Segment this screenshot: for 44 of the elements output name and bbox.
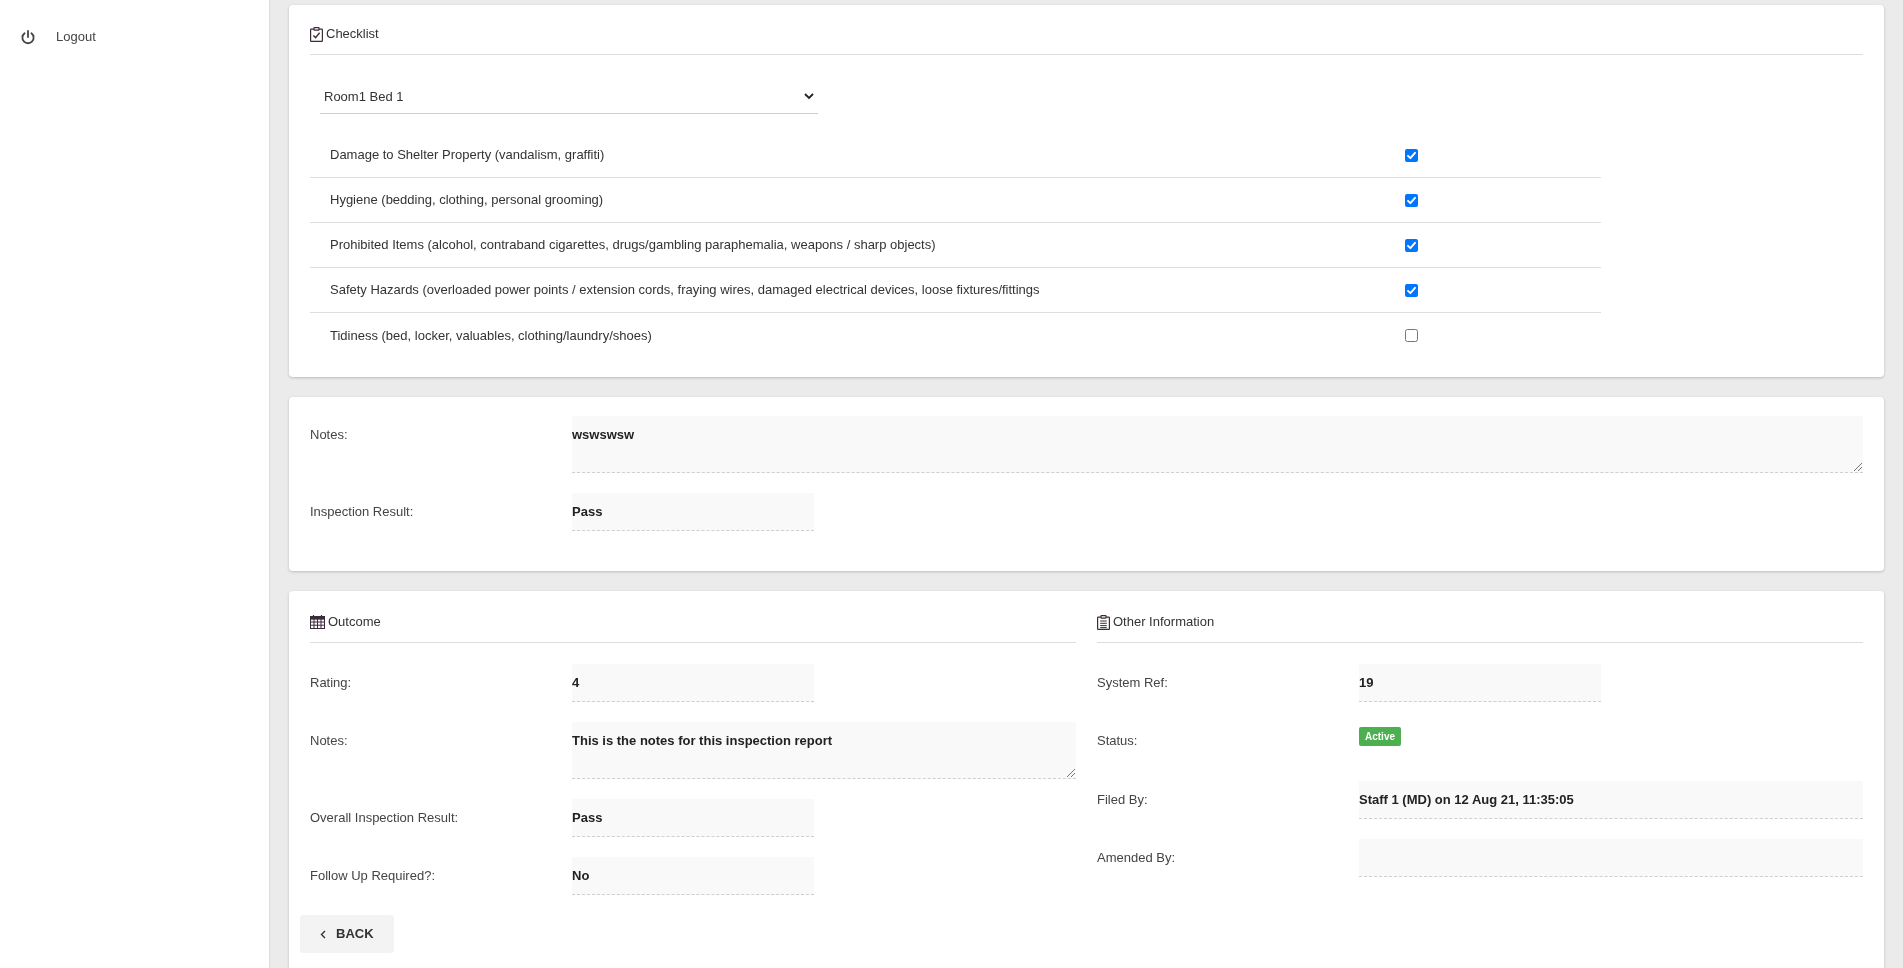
text-field[interactable]: Staff 1 (MD) on 12 Aug 21, 11:35:05 [1359,781,1863,819]
section-title: Other Information [1113,613,1215,631]
field-label: Overall Inspection Result: [310,809,460,827]
checklist-item-label: Tidiness (bed, locker, valuables, clothing/laundry/shoes) [329,326,653,345]
text-field[interactable]: 4 [572,664,814,702]
resize-grip-icon [1854,463,1862,471]
field-label: Notes: [310,426,349,444]
power-icon [21,29,35,45]
status-badge: Active [1359,727,1401,746]
text-field[interactable]: Pass [572,799,814,837]
field-label: Follow Up Required?: [310,867,436,885]
field-label: Status: [1097,732,1139,750]
clipboard-list-icon [1097,614,1110,630]
clipboard-check-icon [310,26,323,42]
checklist-item-label: Safety Hazards (overloaded power points / extension cords, fraying wires, damaged electrical devices, loose fixtures/fittings [329,281,1041,300]
calendar-icon [310,615,325,629]
field-label: Amended By: [1097,849,1177,867]
text-area[interactable]: This is the notes for this inspection report [572,722,1076,779]
back-button[interactable]: BACK [300,915,394,953]
field-label: Rating: [310,674,353,692]
chevron-left-icon [320,929,326,939]
section-title: Outcome [328,613,381,631]
text-area[interactable]: wswswsw [572,416,1863,473]
logout-link[interactable]: Logout [0,28,269,46]
checkbox[interactable] [1405,193,1418,207]
text-field[interactable]: Pass [572,493,814,531]
field-label: Inspection Result: [310,503,415,521]
field-label: Filed By: [1097,791,1149,809]
checkbox[interactable] [1405,283,1418,297]
checkbox[interactable] [1405,148,1418,162]
field-label: System Ref: [1097,674,1169,692]
field-label: Notes: [310,732,349,750]
resize-grip-icon [1067,769,1075,777]
checkbox[interactable] [1405,329,1418,342]
text-field[interactable]: No [572,857,814,895]
section-title: Checklist [326,25,379,43]
checklist-item-label: Prohibited Items (alcohol, contraband cigarettes, drugs/gambling paraphemalia, weapons / sharp objects) [329,236,937,255]
text-field[interactable]: 19 [1359,664,1601,702]
checkbox[interactable] [1405,238,1418,252]
checklist-item-label: Hygiene (bedding, clothing, personal grooming) [329,191,605,210]
chevron-down-icon [804,93,814,100]
room-select[interactable]: Room1 Bed 1 [320,80,818,114]
checklist-item-label: Damage to Shelter Property (vandalism, graffiti) [329,146,606,165]
text-field[interactable] [1359,839,1863,877]
